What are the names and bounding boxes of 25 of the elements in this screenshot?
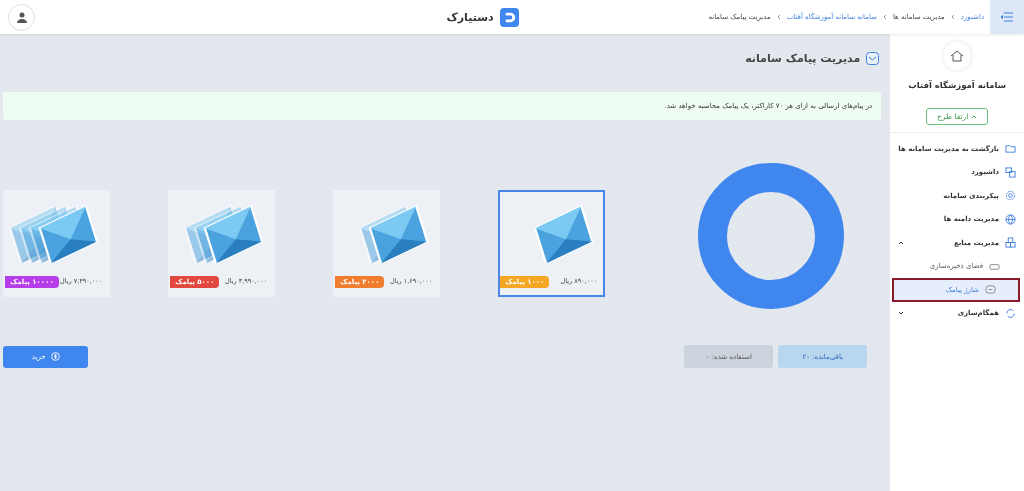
chevron-icon [950,14,955,20]
dollar-icon [50,352,60,361]
globe-icon [1005,213,1016,225]
chevron-icon [898,310,905,317]
envelope-icon [866,51,880,65]
caret-icon [971,114,978,119]
house-icon [950,49,965,63]
user-icon [15,11,28,23]
message-icon [985,284,996,296]
envelopes-drawing [533,204,594,266]
user-avatar[interactable] [8,3,35,31]
boxes-icon [1005,237,1016,249]
chevron-icon [898,239,905,246]
dashboard-icon [1005,166,1016,178]
folder-icon [1005,143,1016,155]
envelopes-drawing [358,204,429,266]
page-title: مدیریت پیامک سامانه [745,51,861,65]
brand-name: دستیارک [446,10,494,24]
chevron-icon [776,14,781,20]
chevron-icon [882,14,887,20]
system-title: سامانه آموزشگاه آفتاب [907,80,1008,90]
logo-icon [499,7,519,27]
sync-icon [1005,307,1016,319]
gear-icon [1005,190,1016,202]
menu-icon [1001,12,1013,22]
